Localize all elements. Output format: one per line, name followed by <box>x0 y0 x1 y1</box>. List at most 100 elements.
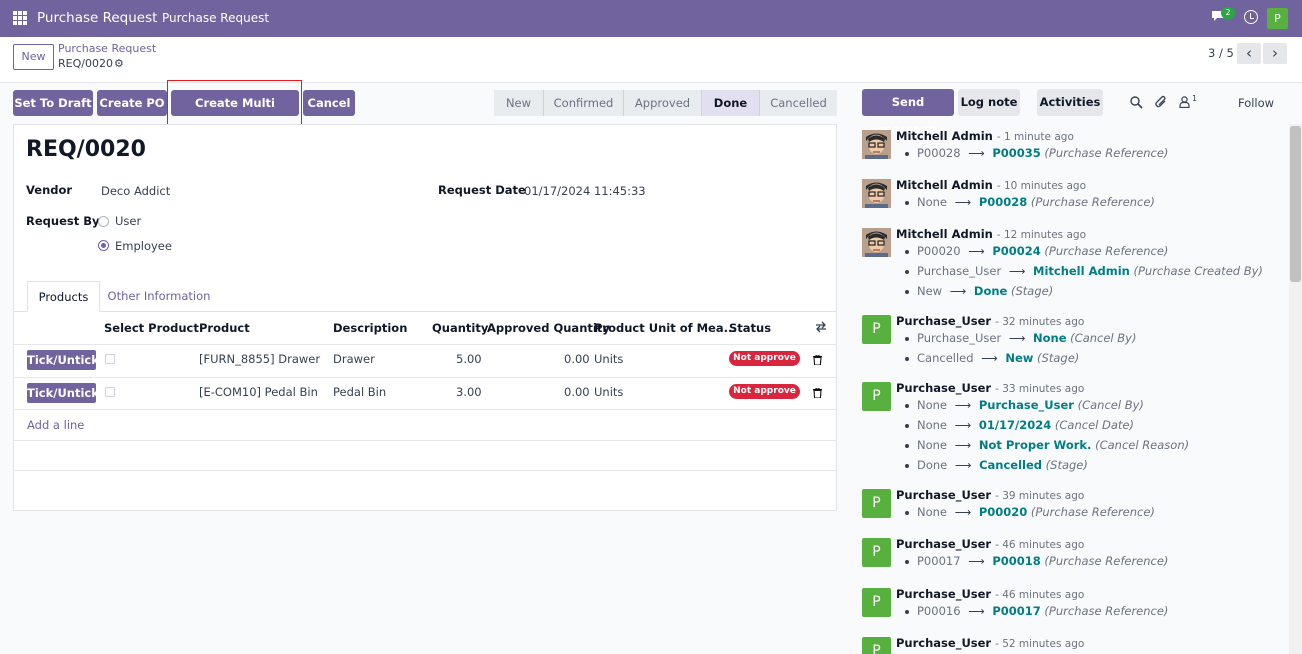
radio-employee-label[interactable]: Employee <box>115 239 172 253</box>
avatar[interactable]: P <box>862 588 891 617</box>
message-author[interactable]: Purchase_User - 33 minutes ago <box>896 381 1084 395</box>
avatar[interactable]: P <box>862 637 891 654</box>
tab-other-information[interactable]: Other Information <box>104 281 214 312</box>
author-name[interactable]: Purchase_User <box>896 537 995 551</box>
description-cell[interactable]: Drawer <box>333 352 375 366</box>
send-message-button[interactable]: Send message <box>862 89 954 136</box>
old-value: Cancelled <box>917 351 974 365</box>
stage-new[interactable]: New <box>494 90 544 116</box>
select-product-checkbox[interactable] <box>105 354 115 364</box>
pager-next-button[interactable]: › <box>1263 43 1287 64</box>
tab-products[interactable]: Products <box>27 281 100 312</box>
author-name[interactable]: Purchase_User <box>896 381 995 395</box>
avatar[interactable] <box>862 179 891 208</box>
avatar[interactable]: P <box>862 538 891 567</box>
new-value: P00020 <box>978 505 1028 519</box>
author-name[interactable]: Mitchell Admin <box>896 129 997 143</box>
message-author[interactable]: Mitchell Admin - 12 minutes ago <box>896 227 1086 241</box>
follow-button[interactable]: Follow <box>1238 96 1274 110</box>
app-title[interactable]: Purchase Request <box>37 10 157 26</box>
col-approved-quantity[interactable]: Approved Quantity <box>487 321 610 335</box>
uom-cell[interactable]: Units <box>594 385 623 399</box>
search-icon[interactable] <box>1130 96 1143 109</box>
tick-untick-button[interactable]: Tick/Untick <box>27 383 99 403</box>
user-avatar[interactable]: P <box>1267 8 1288 29</box>
trash-icon[interactable] <box>813 355 822 365</box>
scrollbar-thumb[interactable] <box>1290 126 1301 282</box>
author-name[interactable]: Purchase_User <box>896 488 995 502</box>
col-status[interactable]: Status <box>729 321 771 335</box>
paperclip-icon[interactable] <box>1155 95 1168 109</box>
tracking-change: None ⟶ 01/17/2024 (Cancel Date) <box>905 418 1134 432</box>
stage-confirmed[interactable]: Confirmed <box>544 90 624 116</box>
radio-user-label[interactable]: User <box>115 214 141 228</box>
tracking-change: Done ⟶ Cancelled (Stage) <box>905 458 1088 472</box>
activity-clock-icon[interactable] <box>1244 10 1258 24</box>
pager-value[interactable]: 3 / 5 <box>1208 46 1234 60</box>
menu-item-purchase-request[interactable]: Purchase Request <box>162 11 269 25</box>
message-author[interactable]: Mitchell Admin - 1 minute ago <box>896 129 1074 143</box>
message-author[interactable]: Purchase_User - 52 minutes ago <box>896 636 1084 650</box>
quantity-cell[interactable]: 5.00 <box>456 352 482 366</box>
message-author[interactable]: Purchase_User - 39 minutes ago <box>896 488 1084 502</box>
trash-icon[interactable] <box>813 388 822 398</box>
author-name[interactable]: Purchase_User <box>896 636 995 650</box>
tick-untick-button[interactable]: Tick/Untick <box>27 350 99 370</box>
approved-quantity-cell[interactable]: 0.00 <box>564 352 590 366</box>
message-author[interactable]: Purchase_User - 46 minutes ago <box>896 587 1084 601</box>
col-uom[interactable]: Product Unit of Mea... <box>594 321 737 335</box>
stage-cancelled[interactable]: Cancelled <box>760 90 837 116</box>
apps-menu-icon[interactable] <box>13 11 27 25</box>
breadcrumb-purchase-request[interactable]: Purchase Request <box>58 42 156 55</box>
radio-user[interactable] <box>98 216 109 227</box>
message-time: - 52 minutes ago <box>995 638 1085 650</box>
chat-badge: 2 <box>1221 7 1235 19</box>
arrow-right-icon: ⟶ <box>964 604 989 618</box>
add-a-line-link[interactable]: Add a line <box>27 418 84 432</box>
message-author[interactable]: Purchase_User - 32 minutes ago <box>896 314 1084 328</box>
author-name[interactable]: Purchase_User <box>896 587 995 601</box>
new-value: None <box>1033 331 1067 345</box>
bullet-icon <box>905 356 909 361</box>
avatar[interactable] <box>862 228 891 257</box>
approved-quantity-cell[interactable]: 0.00 <box>564 385 590 399</box>
request-date-value[interactable]: 01/17/2024 11:45:33 <box>524 184 646 198</box>
bullet-icon <box>905 403 909 408</box>
message-author[interactable]: Mitchell Admin - 10 minutes ago <box>896 178 1086 192</box>
radio-employee[interactable] <box>98 240 109 251</box>
old-value: Done <box>917 458 948 472</box>
avatar[interactable]: P <box>862 489 891 518</box>
avatar[interactable]: P <box>862 382 891 411</box>
col-select-product[interactable]: Select Product <box>104 321 199 335</box>
new-button[interactable]: New <box>13 44 54 70</box>
description-cell[interactable]: Pedal Bin <box>333 385 386 399</box>
quantity-cell[interactable]: 3.00 <box>456 385 482 399</box>
col-product[interactable]: Product <box>199 321 250 335</box>
followers-icon[interactable] <box>1179 96 1190 108</box>
gear-icon[interactable]: ⚙ <box>114 57 124 70</box>
author-name[interactable]: Mitchell Admin <box>896 178 997 192</box>
author-name[interactable]: Mitchell Admin <box>896 227 997 241</box>
set-to-draft-button[interactable]: Set To Draft <box>13 90 93 116</box>
log-note-button[interactable]: Log note <box>958 89 1020 116</box>
message-author[interactable]: Purchase_User - 46 minutes ago <box>896 537 1084 551</box>
create-po-button[interactable]: Create PO <box>97 90 167 116</box>
activities-button[interactable]: Activities <box>1037 89 1103 116</box>
avatar[interactable] <box>862 130 891 159</box>
select-product-checkbox[interactable] <box>105 387 115 397</box>
optional-columns-icon[interactable] <box>815 321 827 333</box>
new-value: P00028 <box>978 195 1028 209</box>
pager-previous-button[interactable]: ‹ <box>1237 43 1261 64</box>
cancel-button[interactable]: Cancel <box>303 90 355 116</box>
product-cell[interactable]: [E-COM10] Pedal Bin <box>199 385 318 399</box>
avatar[interactable]: P <box>862 315 891 344</box>
stage-done[interactable]: Done <box>702 90 760 116</box>
uom-cell[interactable]: Units <box>594 352 623 366</box>
stage-approved[interactable]: Approved <box>624 90 702 116</box>
col-quantity[interactable]: Quantity <box>432 321 488 335</box>
col-description[interactable]: Description <box>333 321 407 335</box>
vendor-value[interactable]: Deco Addict <box>101 184 170 198</box>
tracking-change: P00028 ⟶ P00035 (Purchase Reference) <box>905 146 1168 160</box>
author-name[interactable]: Purchase_User <box>896 314 995 328</box>
product-cell[interactable]: [FURN_8855] Drawer <box>199 352 320 366</box>
